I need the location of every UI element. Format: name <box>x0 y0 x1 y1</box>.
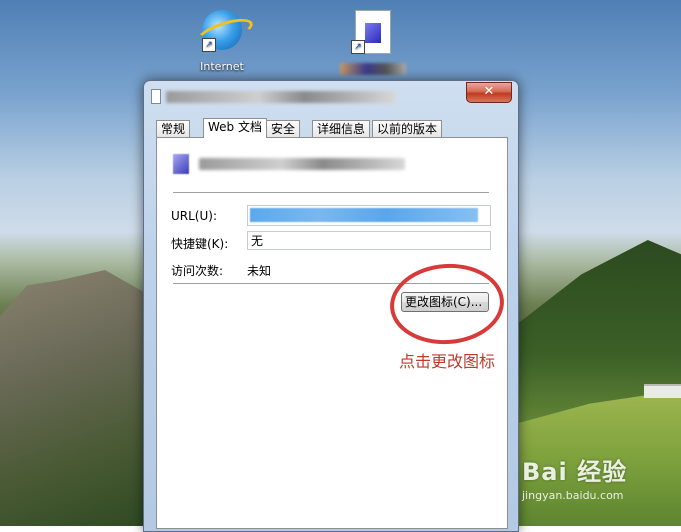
visit-count-label: 访问次数: <box>171 264 224 278</box>
file-icon <box>151 89 161 104</box>
shortcut-arrow-icon: ↗ <box>202 38 216 52</box>
shortcut-arrow-icon: ↗ <box>351 40 365 54</box>
shortcut-key-label: 快捷键(K): <box>171 237 229 251</box>
tab-general[interactable]: 常规 <box>156 120 191 137</box>
document-icon <box>173 154 189 174</box>
file-name-redacted <box>199 158 405 170</box>
divider <box>173 192 489 194</box>
tab-web-document[interactable]: Web 文档 <box>203 118 267 138</box>
window-title-redacted <box>166 89 396 103</box>
tab-previous-versions[interactable]: 以前的版本 <box>372 120 443 137</box>
desktop-icon-label-redacted <box>333 62 413 75</box>
distant-building <box>644 384 681 398</box>
url-field[interactable] <box>247 205 491 226</box>
desktop-icon-document[interactable]: ↗ <box>333 10 413 75</box>
desktop-icon-label: Internet <box>200 60 244 73</box>
url-value-selected <box>250 208 478 222</box>
title-bar[interactable]: ✕ <box>144 81 518 109</box>
close-button[interactable]: ✕ <box>466 82 512 103</box>
baidu-jingyan-watermark: Bai 经验 jingyan.baidu.com <box>522 452 627 502</box>
visit-count-value: 未知 <box>247 264 272 278</box>
rock-cliff <box>0 270 150 526</box>
watermark-url: jingyan.baidu.com <box>522 489 624 502</box>
desktop-icon-internet-explorer[interactable]: ↗ Internet <box>182 10 262 73</box>
url-label: URL(U): <box>171 209 217 223</box>
window-title <box>166 90 396 103</box>
watermark-brand: Bai 经验 <box>522 458 628 486</box>
shortcut-key-field[interactable]: 无 <box>247 231 491 250</box>
annotation-text: 点击更改图标 <box>399 352 496 371</box>
tab-details[interactable]: 详细信息 <box>312 120 371 137</box>
tab-security[interactable]: 安全 <box>266 120 301 137</box>
